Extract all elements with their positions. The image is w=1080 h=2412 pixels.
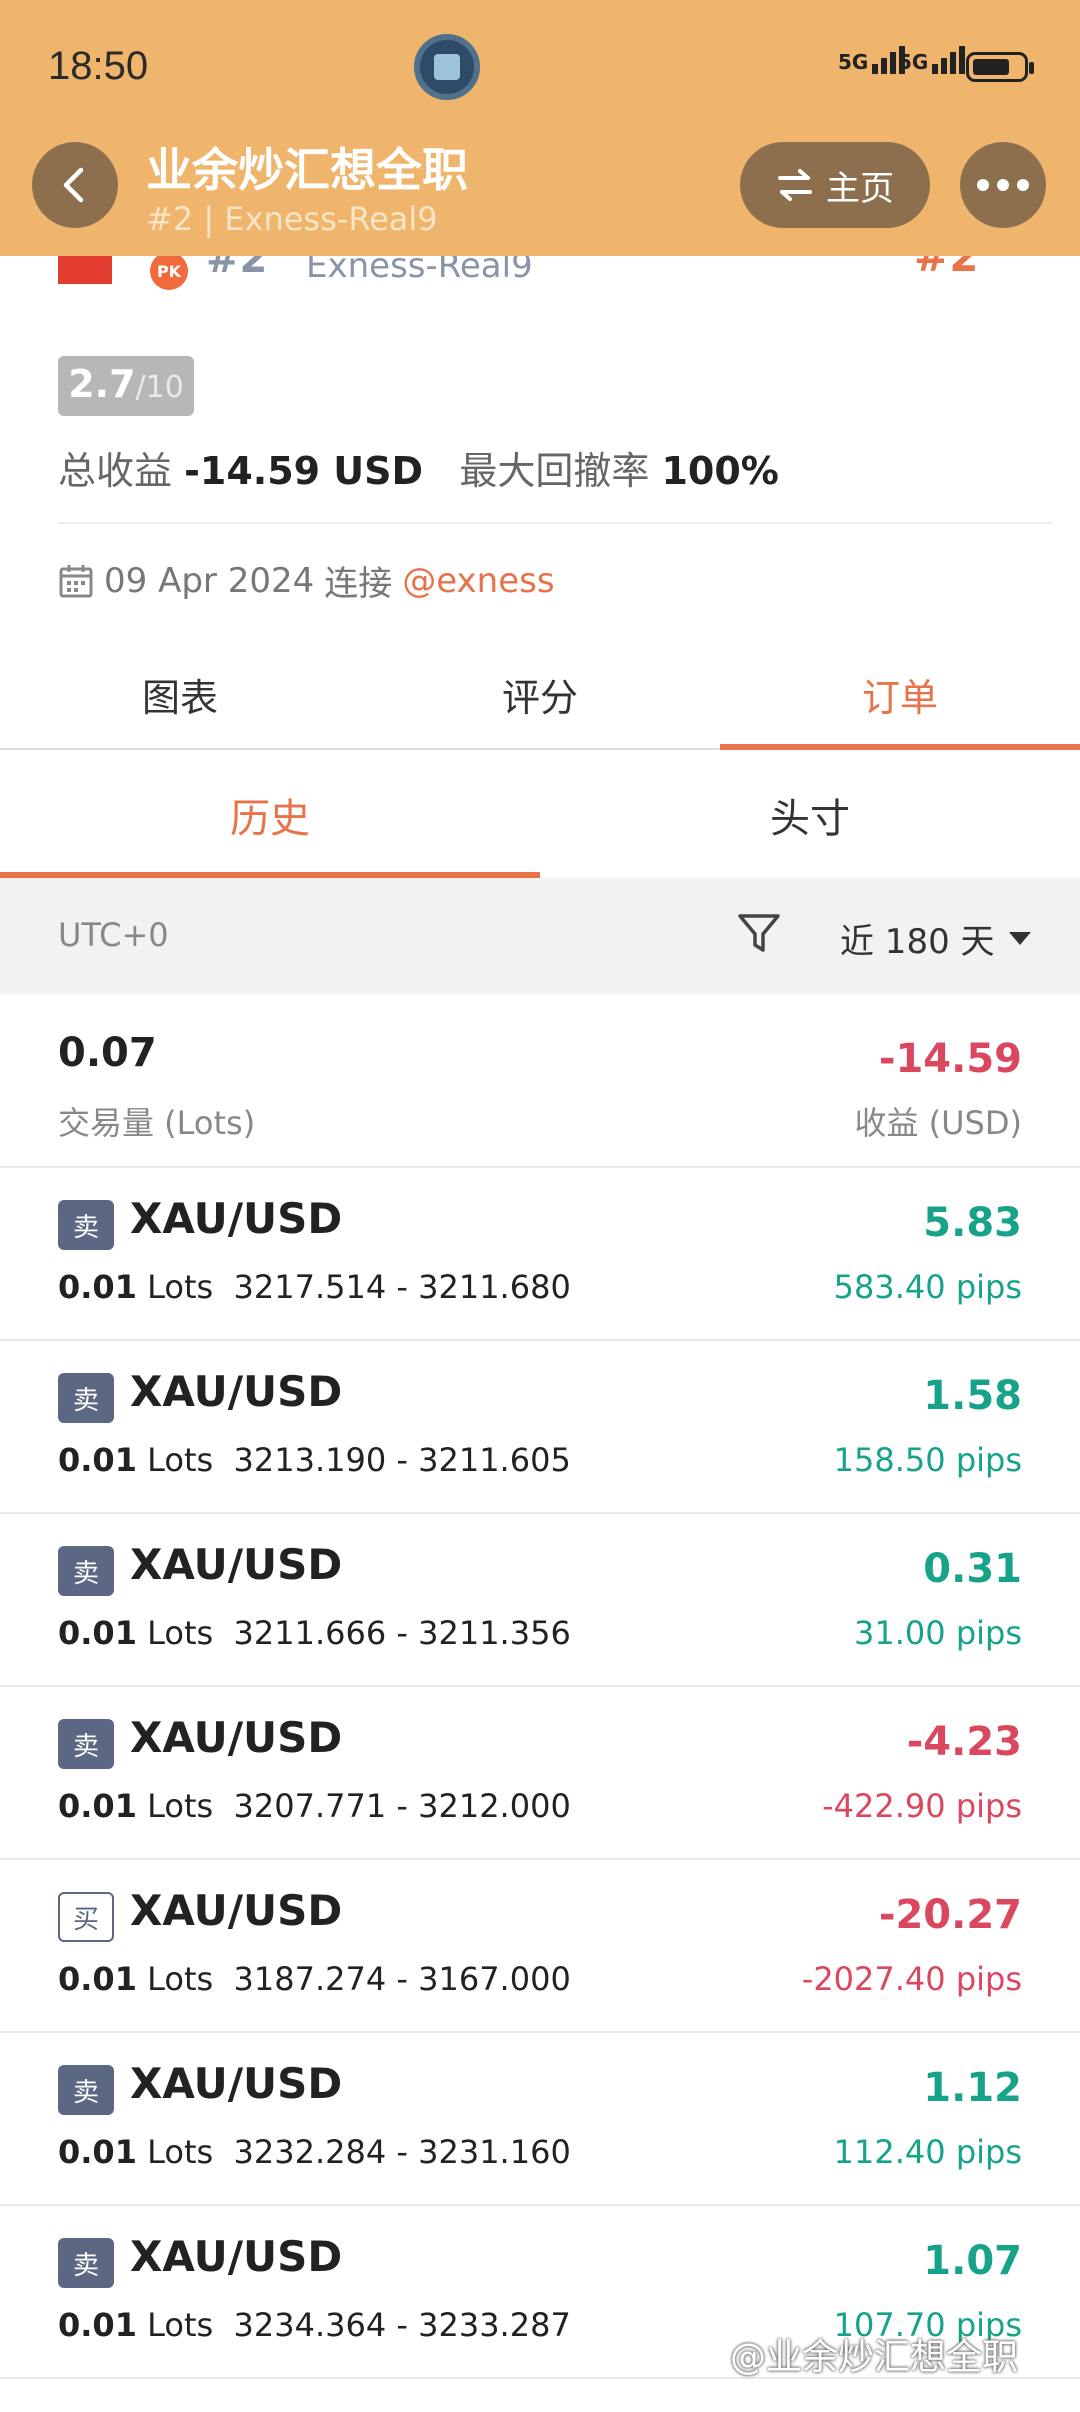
profile-stats: 总收益 -14.59 USD 最大回撤率 100% <box>58 440 779 495</box>
order-detail: 0.01 Lots 3232.284 - 3231.160 <box>58 2133 571 2171</box>
timezone-label: UTC+0 <box>58 916 169 954</box>
page-title: 业余炒汇想全职 <box>146 143 468 197</box>
order-detail: 0.01 Lots 3234.364 - 3233.287 <box>58 2306 571 2344</box>
divider <box>58 522 1052 524</box>
tab-history[interactable]: 历史 <box>0 752 540 878</box>
more-dots-icon <box>977 179 989 191</box>
order-row[interactable]: 卖 XAU/USD 0.01 Lots 3232.284 - 3231.160 … <box>0 2033 1080 2206</box>
broker-link[interactable]: @exness <box>402 561 554 601</box>
order-pips: 158.50 pips <box>833 1441 1022 1479</box>
caret-down-icon <box>1008 932 1031 945</box>
order-detail: 0.01 Lots 3207.771 - 3212.000 <box>58 1787 571 1825</box>
total-profit-label: 总收益 <box>58 449 173 493</box>
range-label: 近 180 天 <box>840 922 995 962</box>
filter-bar: UTC+0 近 180 天 <box>0 878 1080 994</box>
summary-profit: -14.59 <box>878 1036 1022 1082</box>
tab-orders[interactable]: 订单 <box>720 640 1080 750</box>
order-pips: 112.40 pips <box>833 2133 1022 2171</box>
filter-icon[interactable] <box>734 908 784 958</box>
side-badge: 卖 <box>58 1373 114 1423</box>
main-tabs: 图表 评分 订单 <box>0 640 1080 750</box>
more-button[interactable] <box>960 142 1046 228</box>
summary-volume: 0.07 <box>58 1030 157 1076</box>
page-subtitle: #2 | Exness-Real9 <box>146 200 438 238</box>
status-time: 18:50 <box>48 44 149 88</box>
orders-summary: 0.07 交易量 (Lots) -14.59 收益 (USD) <box>0 994 1080 1168</box>
drawdown-value: 100% <box>661 449 779 493</box>
sub-tabs: 历史 头寸 <box>0 752 1080 878</box>
order-row[interactable]: 卖 XAU/USD 0.01 Lots 3211.666 - 3211.356 … <box>0 1514 1080 1687</box>
side-badge: 卖 <box>58 2065 114 2115</box>
floating-avatar-icon[interactable] <box>414 34 480 100</box>
chevron-left-icon <box>63 167 84 203</box>
order-profit: 1.07 <box>923 2238 1022 2284</box>
watermark: @业余炒汇想全职 <box>730 2337 1019 2378</box>
connect-label: 连接 <box>324 564 393 604</box>
order-symbol: XAU/USD <box>130 1194 343 1243</box>
summary-profit-label: 收益 (USD) <box>854 1104 1022 1142</box>
score-badge: 2.7 /10 <box>58 356 194 416</box>
app-header: 18:50 5G 5G 业余炒汇想全职 #2 | Exness-Real9 主页 <box>0 0 1080 256</box>
order-profit: -20.27 <box>878 1892 1022 1938</box>
order-pips: 583.40 pips <box>833 1268 1022 1306</box>
status-bar: 18:50 5G 5G <box>0 0 1080 130</box>
order-symbol: XAU/USD <box>130 1540 343 1589</box>
score-value: 2.7 <box>68 362 136 406</box>
tab-positions[interactable]: 头寸 <box>540 752 1080 878</box>
summary-volume-label: 交易量 (Lots) <box>58 1104 256 1142</box>
range-dropdown[interactable]: 近 180 天 <box>840 914 1031 963</box>
score-max: /10 <box>135 370 184 405</box>
side-badge: 卖 <box>58 1719 114 1769</box>
order-pips: -2027.40 pips <box>801 1960 1022 1998</box>
order-row[interactable]: 卖 XAU/USD 0.01 Lots 3207.771 - 3212.000 … <box>0 1687 1080 1860</box>
side-badge: 买 <box>58 1892 114 1942</box>
side-badge: 卖 <box>58 2238 114 2288</box>
order-symbol: XAU/USD <box>130 2232 343 2281</box>
order-detail: 0.01 Lots 3213.190 - 3211.605 <box>58 1441 571 1479</box>
trader-orders-page: PK #2 Exness-Real9 #2 18:50 5G 5G 业余炒汇想全… <box>0 0 1080 2412</box>
order-symbol: XAU/USD <box>130 2059 343 2108</box>
connect-date: 09 Apr 2024 <box>104 560 315 601</box>
order-detail: 0.01 Lots 3187.274 - 3167.000 <box>58 1960 571 1998</box>
order-detail: 0.01 Lots 3217.514 - 3211.680 <box>58 1268 571 1306</box>
order-profit: 5.83 <box>923 1200 1022 1246</box>
side-badge: 卖 <box>58 1546 114 1596</box>
calendar-icon <box>59 564 93 597</box>
order-symbol: XAU/USD <box>130 1367 343 1416</box>
order-row[interactable]: 买 XAU/USD 0.01 Lots 3187.274 - 3167.000 … <box>0 1860 1080 2033</box>
pk-badge[interactable]: PK <box>150 252 188 290</box>
signal-icon: 5G <box>898 46 968 86</box>
order-row[interactable]: 卖 XAU/USD 0.01 Lots 3217.514 - 3211.680 … <box>0 1168 1080 1341</box>
order-profit: 1.12 <box>923 2065 1022 2111</box>
drawdown-label: 最大回撤率 <box>459 449 650 493</box>
home-button-label: 主页 <box>826 168 894 209</box>
order-row[interactable]: 卖 XAU/USD 0.01 Lots 3213.190 - 3211.605 … <box>0 1341 1080 1514</box>
home-button[interactable]: 主页 <box>740 142 930 228</box>
order-profit: -4.23 <box>906 1719 1022 1765</box>
tab-rating[interactable]: 评分 <box>360 640 720 748</box>
battery-icon <box>966 52 1034 82</box>
order-pips: 31.00 pips <box>854 1614 1022 1652</box>
order-profit: 0.31 <box>923 1546 1022 1592</box>
connect-info: 09 Apr 2024 连接 @exness <box>58 556 555 605</box>
side-badge: 卖 <box>58 1200 114 1250</box>
order-symbol: XAU/USD <box>130 1713 343 1762</box>
order-profit: 1.58 <box>923 1373 1022 1419</box>
total-profit-value: -14.59 USD <box>184 449 424 493</box>
tab-chart[interactable]: 图表 <box>0 640 360 748</box>
swap-arrows-icon <box>778 169 812 201</box>
back-button[interactable] <box>32 142 118 228</box>
order-detail: 0.01 Lots 3211.666 - 3211.356 <box>58 1614 571 1652</box>
order-pips: -422.90 pips <box>822 1787 1022 1825</box>
order-symbol: XAU/USD <box>130 1886 343 1935</box>
